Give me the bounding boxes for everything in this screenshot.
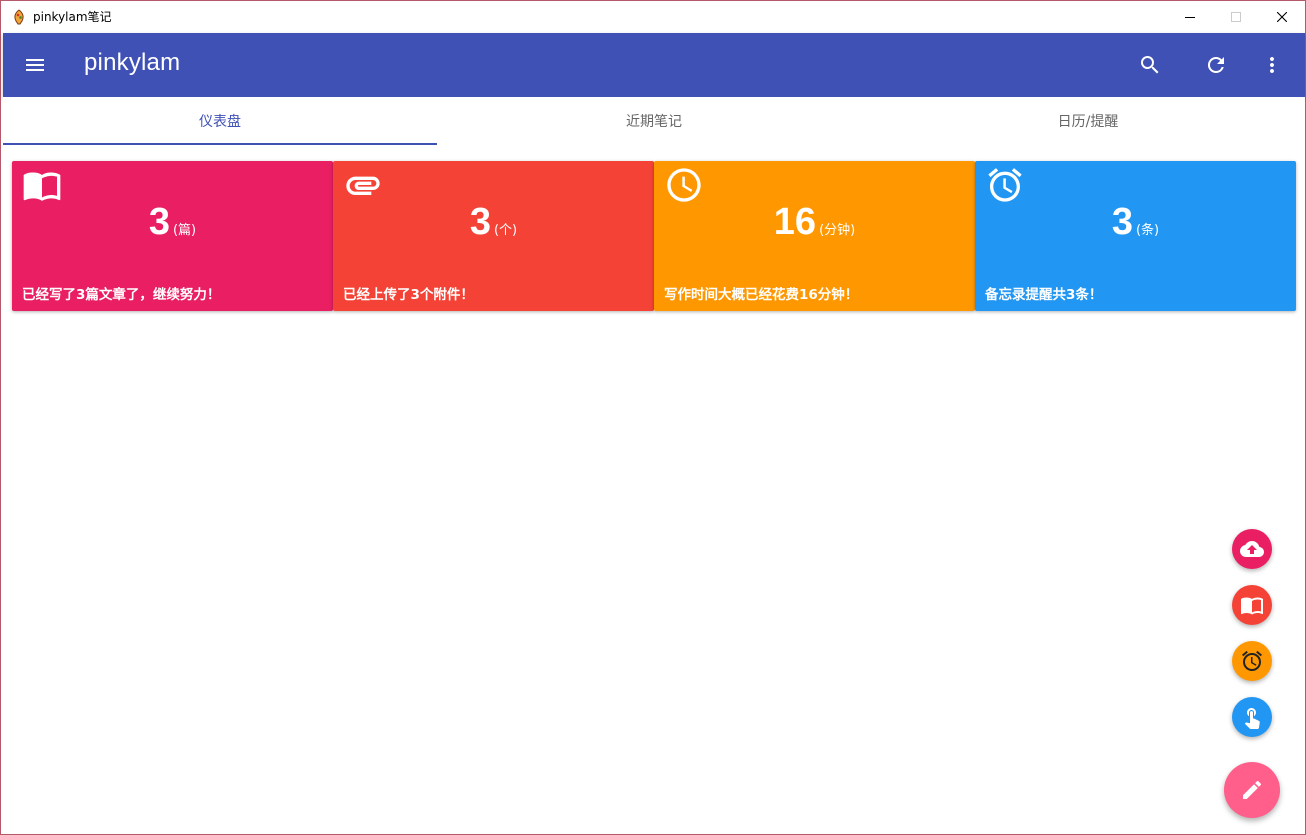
card-count-unit: (篇) — [172, 223, 197, 238]
cloud-upload-icon — [1240, 541, 1264, 557]
card-count: 3 (篇) — [12, 201, 333, 244]
tab-dashboard[interactable]: 仪表盘 — [3, 97, 437, 145]
tab-calendar-reminders[interactable]: 日历/提醒 — [871, 97, 1305, 145]
upload-fab[interactable] — [1232, 529, 1272, 569]
card-count-unit: (条) — [1135, 223, 1160, 238]
window-title: pinkylam笔记 — [33, 10, 112, 24]
card-count-unit: (个) — [493, 223, 518, 238]
alarm-icon — [988, 168, 1022, 202]
edit-fab[interactable] — [1224, 762, 1280, 818]
card-count: 3 (条) — [975, 201, 1296, 244]
card-description: 已经上传了3个附件！ — [343, 287, 474, 303]
maximize-button[interactable] — [1213, 1, 1259, 32]
alarm-fab[interactable] — [1232, 641, 1272, 681]
book-icon — [1241, 597, 1263, 615]
book-icon — [23, 172, 61, 201]
card-count-unit: (分钟) — [819, 223, 856, 238]
card-count: 3 (个) — [333, 201, 654, 244]
book-fab[interactable] — [1232, 585, 1272, 625]
refresh-icon[interactable] — [1204, 53, 1228, 77]
app-logo-icon — [14, 8, 24, 24]
more-vert-icon[interactable] — [1260, 53, 1284, 77]
app-bar: pinkylam — [3, 33, 1305, 97]
minimize-icon — [1185, 16, 1195, 18]
dashboard-cards: 3 (篇) 已经写了3篇文章了，继续努力！ 3 (个) 已经上传了3个附件！ 16(… — [12, 161, 1296, 311]
edit-icon — [1243, 780, 1262, 799]
card-description: 写作时间大概已经花费16分钟！ — [664, 287, 859, 303]
card-description: 已经写了3篇文章了，继续努力！ — [22, 287, 221, 303]
touch-fab[interactable] — [1232, 697, 1272, 737]
card-count: 16 (分钟) — [654, 201, 975, 244]
touch-icon — [1244, 708, 1260, 729]
search-icon[interactable] — [1138, 53, 1162, 77]
card-articles[interactable]: 3 (篇) 已经写了3篇文章了，继续努力！ — [12, 161, 333, 311]
attachment-icon — [346, 176, 380, 195]
menu-icon[interactable] — [23, 53, 47, 77]
alarm-icon — [1242, 650, 1262, 671]
window-controls — [1167, 1, 1305, 32]
card-description: 备忘录提醒共3条！ — [985, 287, 1103, 303]
card-count-value: 3 — [469, 201, 491, 243]
tab-recent-notes[interactable]: 近期笔记 — [437, 97, 871, 145]
minimize-button[interactable] — [1167, 1, 1213, 32]
app-window: pinkylam笔记 pinkylam 仪表盘 近期笔记 日历/提醒 3 (篇)… — [0, 0, 1306, 835]
window-titlebar[interactable]: pinkylam笔记 — [1, 1, 1305, 32]
card-attachments[interactable]: 3 (个) 已经上传了3个附件！ — [333, 161, 654, 311]
tab-bar: 仪表盘 近期笔记 日历/提醒 — [3, 97, 1305, 145]
card-writing-time[interactable]: 16 (分钟) 写作时间大概已经花费16分钟！ — [654, 161, 975, 311]
maximize-icon — [1231, 11, 1241, 22]
card-count-value: 16 — [773, 201, 817, 243]
close-icon — [1277, 11, 1287, 22]
card-count-value: 3 — [148, 201, 170, 243]
close-button[interactable] — [1259, 1, 1305, 32]
clock-icon — [667, 168, 701, 202]
app-title: pinkylam — [84, 49, 181, 76]
card-reminders[interactable]: 3 (条) 备忘录提醒共3条！ — [975, 161, 1296, 311]
card-count-value: 3 — [1111, 201, 1133, 243]
